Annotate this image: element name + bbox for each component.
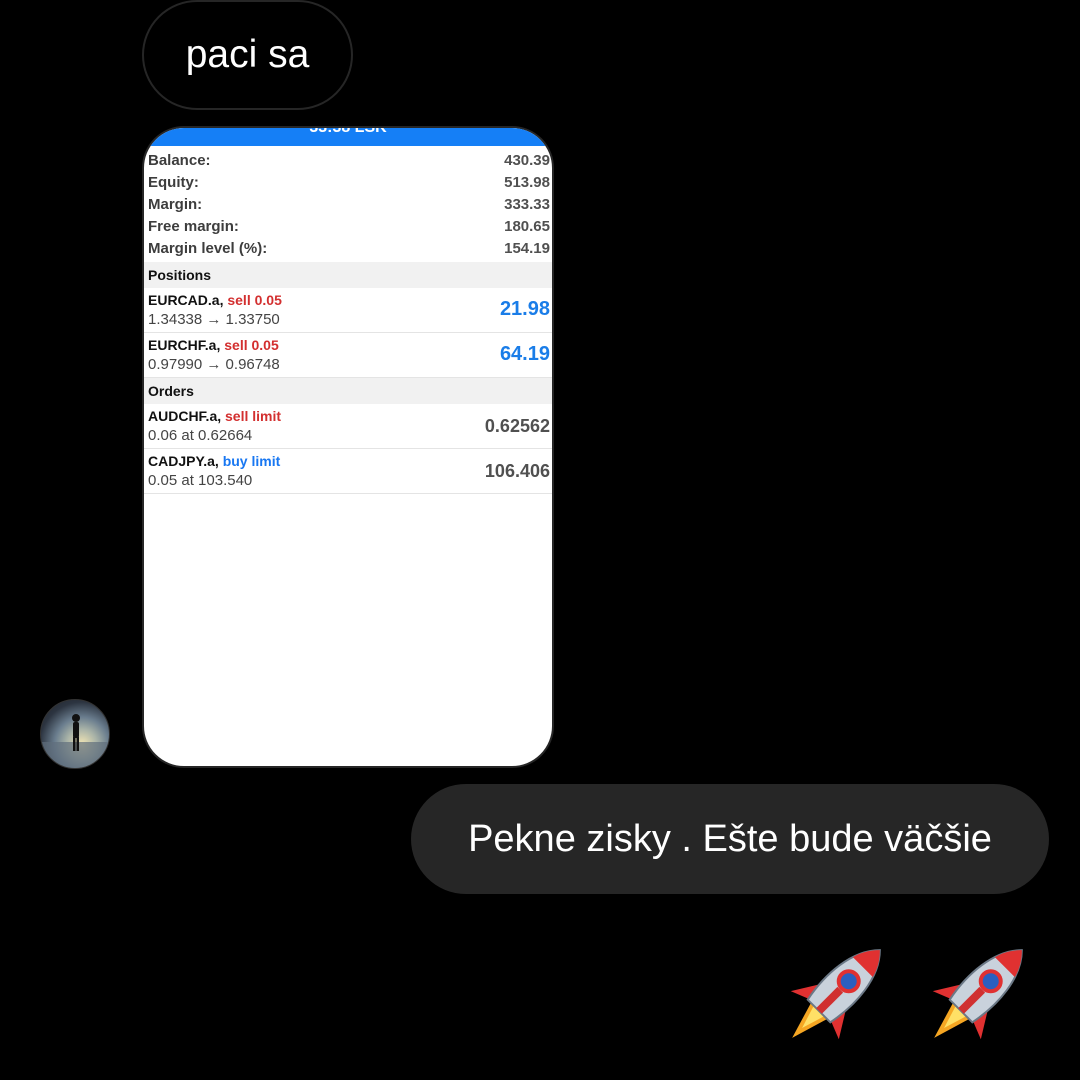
account-label: Margin level (%): — [148, 240, 268, 257]
account-row-equity: Equity: 513.98 — [148, 172, 550, 194]
account-row-margin-level: Margin level (%): 154.19 — [148, 238, 550, 260]
screenshot-header-bar: 33:38 LSK — [144, 128, 552, 146]
incoming-message-text: paci sa — [185, 33, 310, 76]
order-action: buy limit — [222, 453, 281, 469]
positions-section-title: Positions — [144, 262, 552, 288]
account-label: Balance: — [148, 152, 211, 169]
account-summary: Balance: 430.39 Equity: 513.98 Margin: 3… — [144, 146, 552, 262]
position-symbol: EURCHF.a, — [148, 337, 221, 353]
position-symbol: EURCAD.a, — [148, 292, 224, 308]
position-row: EURCHF.a, sell 0.05 0.97990 → 0.96748 64… — [144, 333, 552, 378]
rocket-emoji-icon[interactable] — [912, 928, 1044, 1060]
order-price: 0.62562 — [484, 416, 550, 436]
order-row: AUDCHF.a, sell limit 0.06 at 0.62664 0.6… — [144, 404, 552, 449]
account-value: 430.39 — [504, 152, 550, 169]
account-label: Free margin: — [148, 218, 239, 235]
outgoing-message-bubble[interactable]: Pekne zisky . Ešte bude väčšie — [411, 784, 1049, 894]
account-row-balance: Balance: 430.39 — [148, 150, 550, 172]
order-symbol: CADJPY.a, — [148, 453, 219, 469]
outgoing-message-text: Pekne zisky . Ešte bude väčšie — [468, 817, 992, 860]
contact-avatar[interactable] — [40, 699, 110, 769]
order-row: CADJPY.a, buy limit 0.05 at 103.540 106.… — [144, 449, 552, 494]
order-action: sell limit — [225, 408, 282, 424]
position-prices: 0.97990 → 0.96748 — [148, 356, 280, 373]
rocket-emoji-icon[interactable] — [770, 928, 902, 1060]
position-title: EURCAD.a, sell 0.05 — [148, 288, 552, 310]
account-row-margin: Margin: 333.33 — [148, 194, 550, 216]
position-profit: 21.98 — [499, 298, 550, 320]
position-title: EURCHF.a, sell 0.05 — [148, 333, 552, 355]
incoming-message-bubble[interactable]: paci sa — [142, 0, 353, 110]
position-prices: 1.34338 → 1.33750 — [148, 311, 280, 328]
screenshot-header-text: 33:38 LSK — [309, 128, 386, 136]
account-value: 333.33 — [504, 196, 550, 213]
shared-trading-screenshot[interactable]: 33:38 LSK Balance: 430.39 Equity: 513.98… — [142, 126, 554, 768]
account-value: 154.19 — [504, 240, 550, 257]
account-value: 513.98 — [504, 174, 550, 191]
account-value: 180.65 — [504, 218, 550, 235]
position-profit: 64.19 — [499, 343, 550, 365]
position-action: sell 0.05 — [224, 337, 279, 353]
order-price: 106.406 — [484, 461, 550, 481]
position-row: EURCAD.a, sell 0.05 1.34338 → 1.33750 21… — [144, 288, 552, 333]
position-action: sell 0.05 — [227, 292, 282, 308]
order-symbol: AUDCHF.a, — [148, 408, 222, 424]
account-label: Margin: — [148, 196, 203, 213]
account-label: Equity: — [148, 174, 199, 191]
account-row-free-margin: Free margin: 180.65 — [148, 216, 550, 238]
avatar-silhouette-icon — [41, 714, 109, 768]
orders-section-title: Orders — [144, 378, 552, 404]
